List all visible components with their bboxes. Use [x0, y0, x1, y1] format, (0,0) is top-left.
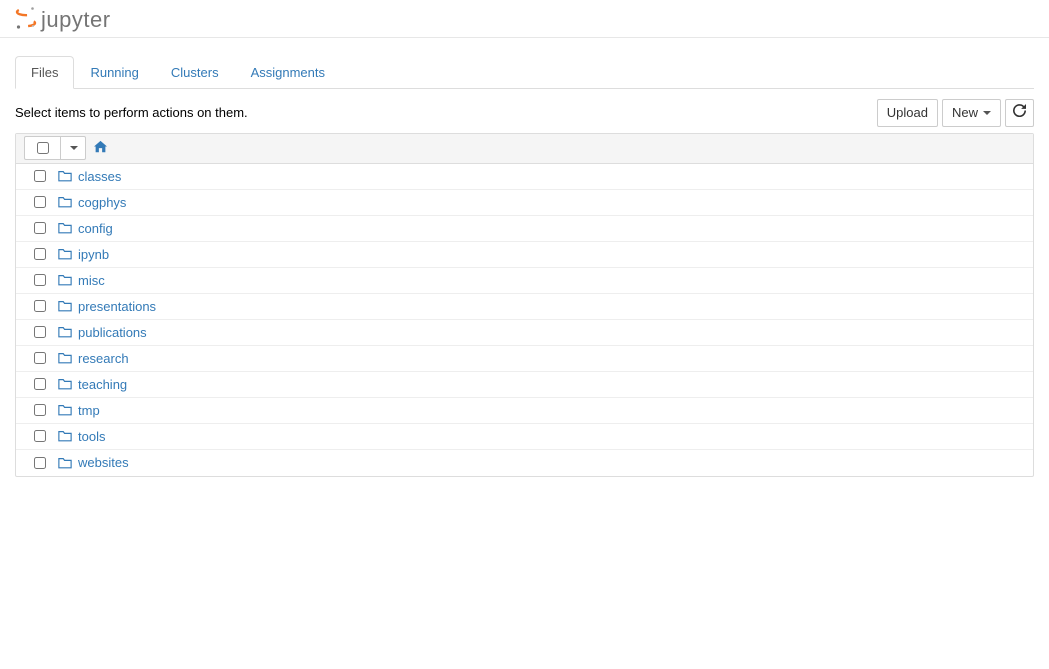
refresh-button[interactable]: [1005, 99, 1034, 127]
item-link[interactable]: config: [78, 221, 113, 236]
list-item: presentations: [16, 294, 1033, 320]
row-checkbox[interactable]: [34, 170, 46, 182]
item-link[interactable]: presentations: [78, 299, 156, 314]
item-link[interactable]: publications: [78, 325, 147, 340]
logo-text: jupyter: [41, 7, 111, 33]
folder-icon: [58, 247, 72, 261]
selection-hint: Select items to perform actions on them.: [15, 105, 248, 120]
folder-icon: [58, 273, 72, 287]
folder-icon: [58, 299, 72, 313]
select-all-checkbox[interactable]: [37, 142, 49, 154]
select-all-group: [24, 136, 86, 160]
logo[interactable]: jupyter: [15, 6, 111, 33]
select-type-dropdown[interactable]: [60, 137, 85, 159]
list-item: ipynb: [16, 242, 1033, 268]
item-link[interactable]: cogphys: [78, 195, 126, 210]
list-item: cogphys: [16, 190, 1033, 216]
list-item: classes: [16, 164, 1033, 190]
row-checkbox[interactable]: [34, 274, 46, 286]
listing-header: [16, 134, 1033, 164]
list-item: websites: [16, 450, 1033, 476]
file-listing: classes cogphys config ipynb misc presentatio…: [15, 133, 1034, 477]
folder-icon: [58, 429, 72, 443]
row-checkbox[interactable]: [34, 196, 46, 208]
row-checkbox[interactable]: [34, 430, 46, 442]
folder-icon: [58, 169, 72, 183]
folder-icon: [58, 377, 72, 391]
row-checkbox[interactable]: [34, 300, 46, 312]
folder-icon: [58, 351, 72, 365]
refresh-icon: [1013, 103, 1026, 123]
item-link[interactable]: tmp: [78, 403, 100, 418]
tab-assignments[interactable]: Assignments: [235, 56, 341, 89]
toolbar: Select items to perform actions on them.…: [15, 99, 1034, 127]
list-item: tmp: [16, 398, 1033, 424]
new-dropdown-button[interactable]: New: [942, 99, 1001, 127]
list-item: config: [16, 216, 1033, 242]
folder-icon: [58, 456, 72, 470]
list-item: misc: [16, 268, 1033, 294]
folder-icon: [58, 325, 72, 339]
row-checkbox[interactable]: [34, 404, 46, 416]
item-link[interactable]: tools: [78, 429, 105, 444]
main-tabs: FilesRunningClustersAssignments: [15, 56, 1034, 89]
row-checkbox[interactable]: [34, 248, 46, 260]
folder-icon: [58, 195, 72, 209]
item-link[interactable]: misc: [78, 273, 105, 288]
row-checkbox[interactable]: [34, 352, 46, 364]
item-link[interactable]: research: [78, 351, 129, 366]
row-checkbox[interactable]: [34, 378, 46, 390]
row-checkbox[interactable]: [34, 326, 46, 338]
item-link[interactable]: websites: [78, 455, 129, 470]
upload-button[interactable]: Upload: [877, 99, 938, 127]
app-header: jupyter: [0, 0, 1049, 38]
row-checkbox[interactable]: [34, 457, 46, 469]
list-item: publications: [16, 320, 1033, 346]
upload-label: Upload: [887, 103, 928, 123]
item-link[interactable]: ipynb: [78, 247, 109, 262]
tab-running[interactable]: Running: [74, 56, 154, 89]
row-checkbox[interactable]: [34, 222, 46, 234]
chevron-down-icon: [983, 111, 991, 115]
new-label: New: [952, 103, 978, 123]
tab-files[interactable]: Files: [15, 56, 74, 89]
item-link[interactable]: classes: [78, 169, 121, 184]
list-item: teaching: [16, 372, 1033, 398]
home-icon: [94, 140, 107, 156]
chevron-down-icon: [70, 146, 78, 150]
list-item: tools: [16, 424, 1033, 450]
breadcrumb-home[interactable]: [94, 140, 107, 156]
list-item: research: [16, 346, 1033, 372]
jupyter-logo-icon: [15, 6, 37, 33]
item-link[interactable]: teaching: [78, 377, 127, 392]
folder-icon: [58, 403, 72, 417]
folder-icon: [58, 221, 72, 235]
tab-clusters[interactable]: Clusters: [155, 56, 235, 89]
